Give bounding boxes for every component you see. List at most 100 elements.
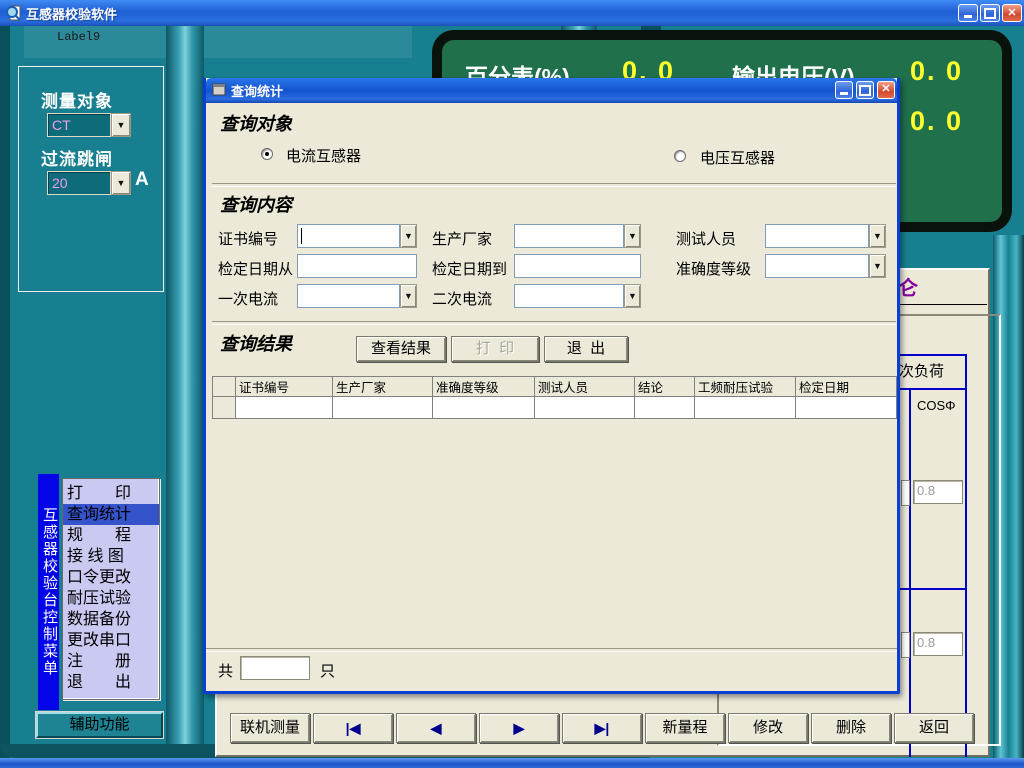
row-selector-cell[interactable] <box>213 397 236 419</box>
online-measure-button[interactable]: 联机测量 <box>230 713 310 743</box>
tester-combobox[interactable] <box>765 224 869 248</box>
total-unit-label: 只 <box>320 660 335 681</box>
label9-text: Label9 <box>57 30 100 44</box>
output-voltage-value: 0. 0 <box>910 56 963 87</box>
overcurrent-trip-label: 过流跳闸 <box>41 145 113 170</box>
frame-left-edge <box>0 26 10 758</box>
cert-no-dropdown-icon[interactable]: ▼ <box>400 224 417 248</box>
secondary-current-dropdown-icon[interactable]: ▼ <box>624 284 641 308</box>
prev-record-icon: ◀ <box>431 720 442 736</box>
auxiliary-functions-button[interactable]: 辅助功能 <box>36 712 163 738</box>
table-row[interactable] <box>213 397 897 419</box>
restore-button[interactable] <box>980 4 1000 22</box>
trip-current-dropdown-icon[interactable]: ▼ <box>111 171 131 195</box>
manufacturer-label: 生产厂家 <box>432 228 492 249</box>
query-object-heading: 查询对象 <box>220 110 292 136</box>
secondary-current-label: 二次电流 <box>432 288 492 309</box>
main-titlebar: 互感器校验软件 ✕ <box>0 0 1024 26</box>
trip-unit-label: A <box>135 169 150 191</box>
total-count-input[interactable] <box>240 656 310 680</box>
text-caret <box>301 228 302 244</box>
measure-object-combobox[interactable]: CT <box>47 113 111 137</box>
tester-dropdown-icon[interactable]: ▼ <box>869 224 886 248</box>
radio-current-transformer[interactable] <box>261 148 273 160</box>
app-title: 互感器校验软件 <box>26 4 117 23</box>
date-from-label: 检定日期从 <box>218 258 293 279</box>
manufacturer-combobox[interactable] <box>514 224 624 248</box>
control-menu: 打 印 查询统计 规 程 接 线 图 口令更改 耐压试验 数据备份 更改串口 注… <box>62 478 160 700</box>
return-button[interactable]: 返回 <box>894 713 974 743</box>
modify-button[interactable]: 修改 <box>728 713 808 743</box>
radio-voltage-transformer[interactable] <box>674 150 686 162</box>
separator <box>212 321 896 325</box>
nav-next-button[interactable]: ▶ <box>479 713 559 743</box>
menu-item-query-statistics[interactable]: 查询统计 <box>63 504 159 525</box>
dialog-minimize-icon <box>840 92 848 95</box>
nav-last-button[interactable]: ▶| <box>562 713 642 743</box>
menu-item-print[interactable]: 打 印 <box>63 483 159 504</box>
nav-prev-button[interactable]: ◀ <box>396 713 476 743</box>
col-header-withstand-test[interactable]: 工频耐压试验 <box>695 377 796 397</box>
accuracy-label: 准确度等级 <box>676 258 751 279</box>
col-header-accuracy[interactable]: 准确度等级 <box>433 377 535 397</box>
menu-item-withstand-test[interactable]: 耐压试验 <box>63 588 159 609</box>
cos-phi-cell: COSΦ <box>917 398 956 413</box>
query-statistics-dialog: 查询统计 ✕ 查询对象 电流互感器 电压互感器 查询内容 证书编号 ▼ 生产厂家… <box>203 78 900 694</box>
dialog-minimize-button[interactable] <box>835 81 853 99</box>
view-result-button[interactable]: 查看结果 <box>356 336 446 362</box>
date-from-input[interactable] <box>297 254 417 278</box>
partial-input <box>901 480 910 506</box>
dialog-close-button[interactable]: ✕ <box>877 81 895 99</box>
separator <box>212 183 896 187</box>
dialog-maximize-button[interactable] <box>856 81 874 99</box>
menu-item-password-change[interactable]: 口令更改 <box>63 567 159 588</box>
accuracy-combobox[interactable] <box>765 254 869 278</box>
delete-button[interactable]: 删除 <box>811 713 891 743</box>
minimize-button[interactable] <box>958 4 978 22</box>
date-to-input[interactable] <box>514 254 641 278</box>
col-header-cert-no[interactable]: 证书编号 <box>236 377 333 397</box>
menu-item-wiring-diagram[interactable]: 接 线 图 <box>63 546 159 567</box>
cos-phi-input[interactable]: 0.8 <box>913 480 963 504</box>
date-to-label: 检定日期到 <box>432 258 507 279</box>
app-icon <box>5 4 23 22</box>
total-label: 共 <box>218 660 233 681</box>
cert-no-combobox[interactable] <box>297 224 400 248</box>
col-header-verify-date[interactable]: 检定日期 <box>796 377 897 397</box>
frame-bottom-strip <box>0 758 1024 768</box>
nav-first-button[interactable]: |◀ <box>313 713 393 743</box>
col-header-tester[interactable]: 测试人员 <box>535 377 635 397</box>
primary-current-combobox[interactable] <box>297 284 400 308</box>
exit-button[interactable]: 退 出 <box>544 336 628 362</box>
separator <box>206 648 897 652</box>
col-header-manufacturer[interactable]: 生产厂家 <box>333 377 433 397</box>
manufacturer-dropdown-icon[interactable]: ▼ <box>624 224 641 248</box>
menu-item-regulation[interactable]: 规 程 <box>63 525 159 546</box>
col-header-conclusion[interactable]: 结论 <box>635 377 695 397</box>
secondary-current-combobox[interactable] <box>514 284 624 308</box>
measure-object-dropdown-icon[interactable]: ▼ <box>111 113 131 137</box>
row-selector-header <box>213 377 236 397</box>
close-button[interactable]: ✕ <box>1002 4 1022 22</box>
dialog-title: 查询统计 <box>231 81 283 100</box>
radio-voltage-transformer-label[interactable]: 电压互感器 <box>700 147 775 168</box>
cos-phi-input[interactable]: 0.8 <box>913 632 963 656</box>
menu-item-data-backup[interactable]: 数据备份 <box>63 609 159 630</box>
dialog-close-icon: ✕ <box>881 83 890 95</box>
trip-current-combobox[interactable]: 20 <box>47 171 111 195</box>
menu-item-exit[interactable]: 退 出 <box>63 672 159 693</box>
result-table[interactable]: 证书编号 生产厂家 准确度等级 测试人员 结论 工频耐压试验 检定日期 <box>212 376 897 419</box>
primary-current-dropdown-icon[interactable]: ▼ <box>400 284 417 308</box>
menu-item-serial-port[interactable]: 更改串口 <box>63 630 159 651</box>
radio-current-transformer-label[interactable]: 电流互感器 <box>286 145 361 166</box>
output-voltage-value2: 0. 0 <box>910 106 963 137</box>
first-record-icon: |◀ <box>346 720 361 736</box>
dialog-titlebar[interactable]: 查询统计 ✕ <box>206 78 897 103</box>
new-range-button[interactable]: 新量程 <box>645 713 725 743</box>
print-button[interactable]: 打 印 <box>451 336 539 362</box>
menu-item-register[interactable]: 注 册 <box>63 651 159 672</box>
primary-current-label: 一次电流 <box>218 288 278 309</box>
cert-no-label: 证书编号 <box>218 228 278 249</box>
accuracy-dropdown-icon[interactable]: ▼ <box>869 254 886 278</box>
restore-icon <box>984 8 996 19</box>
